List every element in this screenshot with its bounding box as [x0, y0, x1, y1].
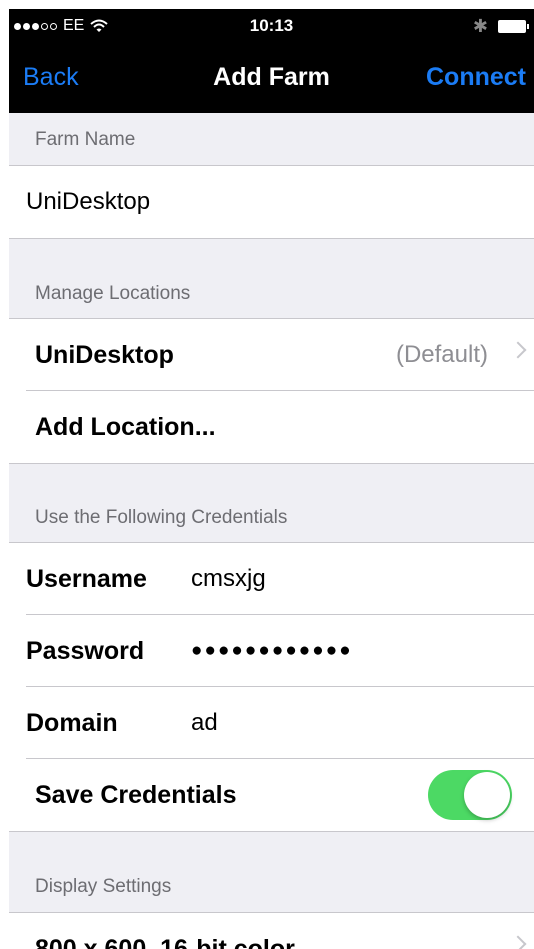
username-row[interactable]: Username cmsxjg: [9, 543, 534, 615]
connect-button[interactable]: Connect: [426, 63, 526, 92]
farm-name-row[interactable]: UniDesktop: [9, 166, 534, 238]
top-bar: EE 10:13 ✱ Back Add Farm Connect: [9, 9, 534, 113]
battery-icon: [498, 20, 529, 33]
toggle-knob: [464, 772, 510, 818]
status-right: ✱: [472, 16, 529, 37]
domain-label: Domain: [26, 709, 118, 737]
status-time: 10:13: [249, 16, 294, 35]
password-field[interactable]: ●●●●●●●●●●●●: [191, 615, 353, 687]
password-row[interactable]: Password ●●●●●●●●●●●●: [9, 615, 534, 687]
navigation-bar: Back Add Farm Connect: [9, 59, 534, 99]
chevron-right-icon: [509, 341, 527, 359]
section-header-farm-name: Farm Name: [35, 129, 136, 150]
farm-name-group: UniDesktop: [9, 165, 534, 239]
status-bar: EE 10:13 ✱: [9, 9, 534, 45]
save-credentials-toggle[interactable]: [428, 770, 512, 820]
section-header-manage-locations: Manage Locations: [35, 283, 191, 304]
display-settings-value: 800 x 600, 16-bit color: [35, 935, 295, 949]
credentials-group: Username cmsxjg Password ●●●●●●●●●●●● Do…: [9, 542, 534, 832]
display-settings-row[interactable]: 800 x 600, 16-bit color: [9, 913, 534, 949]
username-label: Username: [26, 565, 147, 593]
domain-field[interactable]: ad: [191, 687, 218, 759]
location-label: UniDesktop: [35, 341, 174, 369]
password-label: Password: [26, 637, 145, 665]
chevron-right-icon: [509, 935, 527, 949]
location-row-unidesktop[interactable]: UniDesktop (Default): [9, 319, 534, 391]
section-header-credentials: Use the Following Credentials: [35, 507, 288, 528]
location-default-detail: (Default): [395, 341, 488, 368]
username-field[interactable]: cmsxjg: [191, 543, 266, 615]
display-group: 800 x 600, 16-bit color: [9, 912, 534, 949]
domain-row[interactable]: Domain ad: [9, 687, 534, 759]
save-credentials-label: Save Credentials: [35, 781, 237, 809]
add-location-row[interactable]: Add Location...: [9, 391, 534, 463]
locations-group: UniDesktop (Default) Add Location...: [9, 318, 534, 464]
save-credentials-row: Save Credentials: [9, 759, 534, 831]
section-header-display-settings: Display Settings: [35, 876, 172, 897]
bluetooth-icon: ✱: [472, 16, 488, 36]
farm-name-input[interactable]: UniDesktop: [26, 166, 150, 238]
add-location-label: Add Location...: [35, 413, 216, 441]
app-screen: EE 10:13 ✱ Back Add Farm Connect Farm Na…: [9, 9, 534, 949]
